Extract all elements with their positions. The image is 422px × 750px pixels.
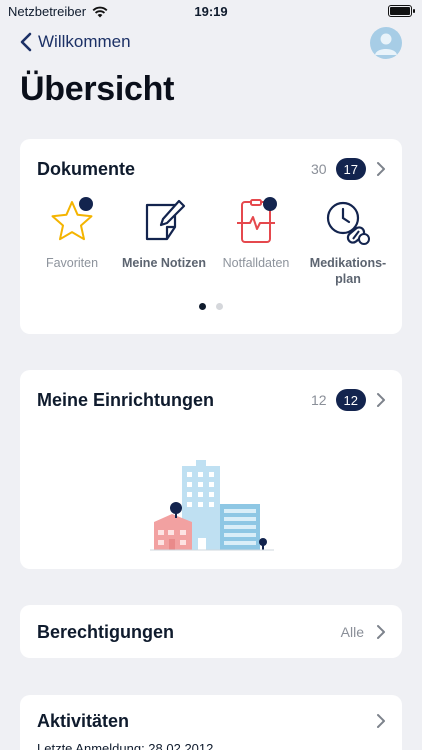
user-icon bbox=[375, 33, 397, 55]
permissions-card[interactable]: Berechtigungen Alle bbox=[20, 605, 402, 658]
documents-header[interactable]: Dokumente 30 17 bbox=[37, 157, 388, 181]
profile-avatar[interactable] bbox=[370, 27, 402, 59]
doc-item-favorites[interactable]: Favoriten bbox=[26, 197, 118, 287]
doc-item-emergency-data[interactable]: Notfalldaten bbox=[210, 197, 302, 287]
permissions-value: Alle bbox=[340, 624, 364, 640]
documents-total-count: 30 bbox=[310, 161, 327, 177]
chevron-right-icon bbox=[377, 714, 385, 728]
notes-icon bbox=[139, 197, 189, 247]
documents-new-badge: 17 bbox=[335, 158, 366, 180]
back-button-label: Willkommen bbox=[38, 32, 131, 51]
documents-shortcuts: Favoriten Meine Notizen Notfalldaten Med… bbox=[26, 197, 396, 287]
back-button[interactable]: Willkommen bbox=[20, 32, 131, 52]
medication-plan-icon bbox=[323, 197, 373, 247]
last-login-text: Letzte Anmeldung: 28.02.2012 bbox=[37, 741, 214, 750]
page-title: Übersicht bbox=[20, 70, 175, 108]
page-dot-active bbox=[199, 303, 206, 310]
doc-item-medication-plan[interactable]: Medikations-plan bbox=[302, 197, 394, 287]
doc-item-label: Favoriten bbox=[45, 256, 99, 270]
chevron-right-icon bbox=[377, 162, 385, 176]
status-time: 19:19 bbox=[194, 4, 228, 19]
chevron-right-icon bbox=[377, 393, 385, 407]
chevron-left-icon bbox=[20, 32, 32, 52]
documents-title: Dokumente bbox=[37, 158, 136, 179]
star-icon bbox=[47, 197, 97, 247]
buildings-illustration bbox=[150, 460, 274, 551]
facilities-title: Meine Einrichtungen bbox=[37, 389, 215, 410]
facilities-new-badge: 12 bbox=[335, 389, 366, 411]
facilities-header[interactable]: Meine Einrichtungen 12 12 bbox=[37, 388, 388, 412]
battery-icon bbox=[388, 5, 415, 17]
facilities-card: Meine Einrichtungen 12 12 bbox=[20, 370, 402, 569]
doc-item-notes[interactable]: Meine Notizen bbox=[118, 197, 210, 287]
status-bar: Netzbetreiber 19:19 bbox=[0, 0, 422, 22]
activities-header[interactable]: Aktivitäten bbox=[37, 709, 388, 733]
activities-title: Aktivitäten bbox=[37, 710, 130, 731]
emergency-data-icon bbox=[231, 197, 281, 247]
page-indicator[interactable] bbox=[20, 303, 402, 310]
permissions-title: Berechtigungen bbox=[37, 621, 175, 642]
documents-card: Dokumente 30 17 Favoriten Meine Notizen … bbox=[20, 139, 402, 334]
activities-card[interactable]: Aktivitäten Letzte Anmeldung: 28.02.2012 bbox=[20, 695, 402, 750]
emergency-notification-dot bbox=[263, 197, 277, 211]
permissions-header[interactable]: Berechtigungen Alle bbox=[37, 620, 388, 644]
page-dot bbox=[216, 303, 223, 310]
doc-item-label: Meine Notizen bbox=[121, 256, 207, 270]
favorites-notification-dot bbox=[79, 197, 93, 211]
doc-item-label: Notfalldaten bbox=[222, 256, 290, 270]
facilities-total-count: 12 bbox=[310, 392, 327, 408]
doc-item-label: Medikations-plan bbox=[309, 256, 387, 286]
chevron-right-icon bbox=[377, 625, 385, 639]
